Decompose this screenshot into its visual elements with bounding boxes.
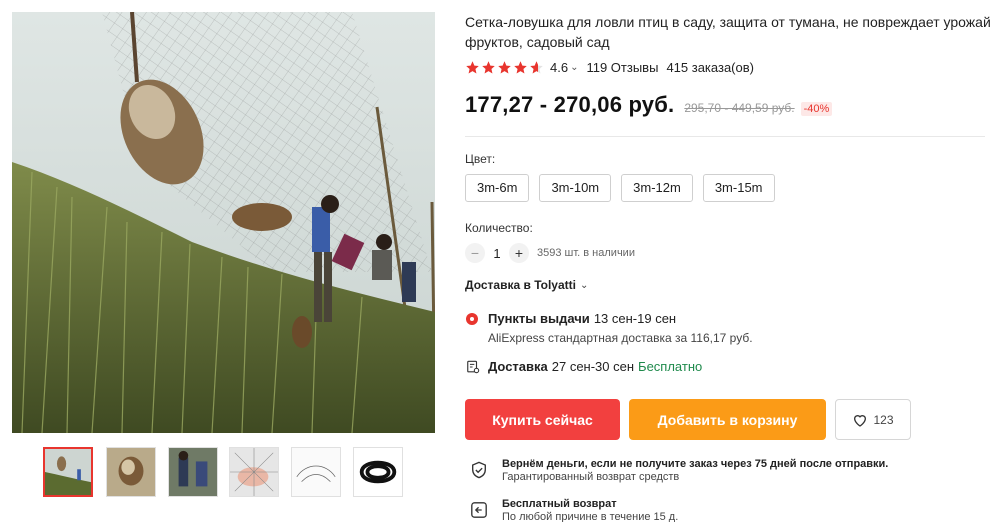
color-option[interactable]: 3m-6m [465,174,530,202]
discount-badge: -40% [800,102,833,116]
color-option[interactable]: 3m-10m [539,174,612,202]
quantity-label: Количество: [465,221,533,235]
rating-row[interactable]: 4.6 ⌄ 119 Отзывы 415 заказа(ов) [465,57,754,77]
bird-net-photo [12,12,435,433]
shipping-dates: 27 сен-30 сен [551,359,635,374]
price-row: 177,27 - 270,06 руб. 295,70 - 449,59 руб… [465,92,833,118]
current-price: 177,27 - 270,06 руб. [465,92,675,117]
pickup-option: Пункты выдачи 13 сен-19 сен AliExpress с… [465,311,985,345]
return-subtitle: По любой причине в течение 15 д. [502,511,679,522]
main-product-image[interactable] [12,12,435,433]
chevron-down-icon[interactable]: ⌄ [570,62,578,73]
shipping-option: Доставка 27 сен-30 сен Бесплатно [465,359,702,374]
delivery-location-selector[interactable]: Доставка в Tolyatti ⌄ [465,278,588,292]
old-price: 295,70 - 449,59 руб. [684,101,795,115]
quantity-decrease-button[interactable]: − [465,243,485,263]
free-return: Бесплатный возврат По любой причине в те… [470,497,678,522]
thumbnail-bird[interactable] [106,447,156,497]
rating-stars [465,60,544,75]
delivery-location-label: Доставка в Tolyatti [465,278,576,292]
thumbnail-net-white[interactable] [291,447,341,497]
refund-subtitle: Гарантированный возврат средств [502,471,680,483]
color-option[interactable]: 3m-15m [702,174,775,202]
buy-now-button[interactable]: Купить сейчас [465,399,620,440]
shield-check-icon [472,461,486,479]
wishlist-button[interactable]: 123 [835,399,911,440]
pickup-title: Пункты выдачи [488,311,590,326]
quantity-stepper: − 1 + 3593 шт. в наличии [465,243,635,263]
return-title: Бесплатный возврат [502,498,617,510]
star-icon [482,60,495,73]
color-options: 3m-6m 3m-10m 3m-12m 3m-15m [465,174,775,202]
thumbnail-hand-net[interactable] [229,447,279,497]
refund-guarantee: Вернём деньги, если не получите заказ че… [470,457,888,484]
thumbnail-people[interactable] [168,447,218,497]
return-icon [471,502,487,518]
star-icon [514,60,527,73]
star-icon [498,60,511,73]
heart-icon [854,414,867,427]
divider [465,136,985,137]
star-icon [466,60,479,73]
pickup-dates: 13 сен-19 сен [593,311,677,326]
shipping-title: Доставка [488,359,548,374]
wishlist-count: 123 [873,412,894,427]
thumbnail-strip [43,447,413,499]
rating-value: 4.6 [550,59,569,75]
delivery-box-icon [467,360,480,373]
color-label: Цвет: [465,152,496,166]
quantity-increase-button[interactable]: + [509,243,529,263]
product-title: Сетка-ловушка для ловли птиц в саду, защ… [465,14,991,50]
thumbnail-net-field[interactable] [43,447,93,497]
product-info-panel: Сетка-ловушка для ловли птиц в саду, защ… [465,0,1000,522]
refund-title: Вернём деньги, если не получите заказ че… [502,458,889,470]
quantity-value[interactable]: 1 [485,246,509,261]
pickup-detail: AliExpress стандартная доставка за 116,1… [488,331,753,345]
shipping-free-label: Бесплатно [638,359,703,374]
half-star-icon [530,60,543,73]
add-to-cart-button[interactable]: Добавить в корзину [629,399,826,440]
color-option[interactable]: 3m-12m [621,174,693,202]
thumbnail-net-bundle[interactable] [353,447,403,497]
reviews-link[interactable]: 119 Отзывы [586,60,658,75]
stock-count: 3593 шт. в наличии [537,247,635,259]
orders-count: 415 заказа(ов) [666,59,754,75]
chevron-down-icon: ⌄ [579,279,589,291]
location-pin-icon [466,312,478,325]
